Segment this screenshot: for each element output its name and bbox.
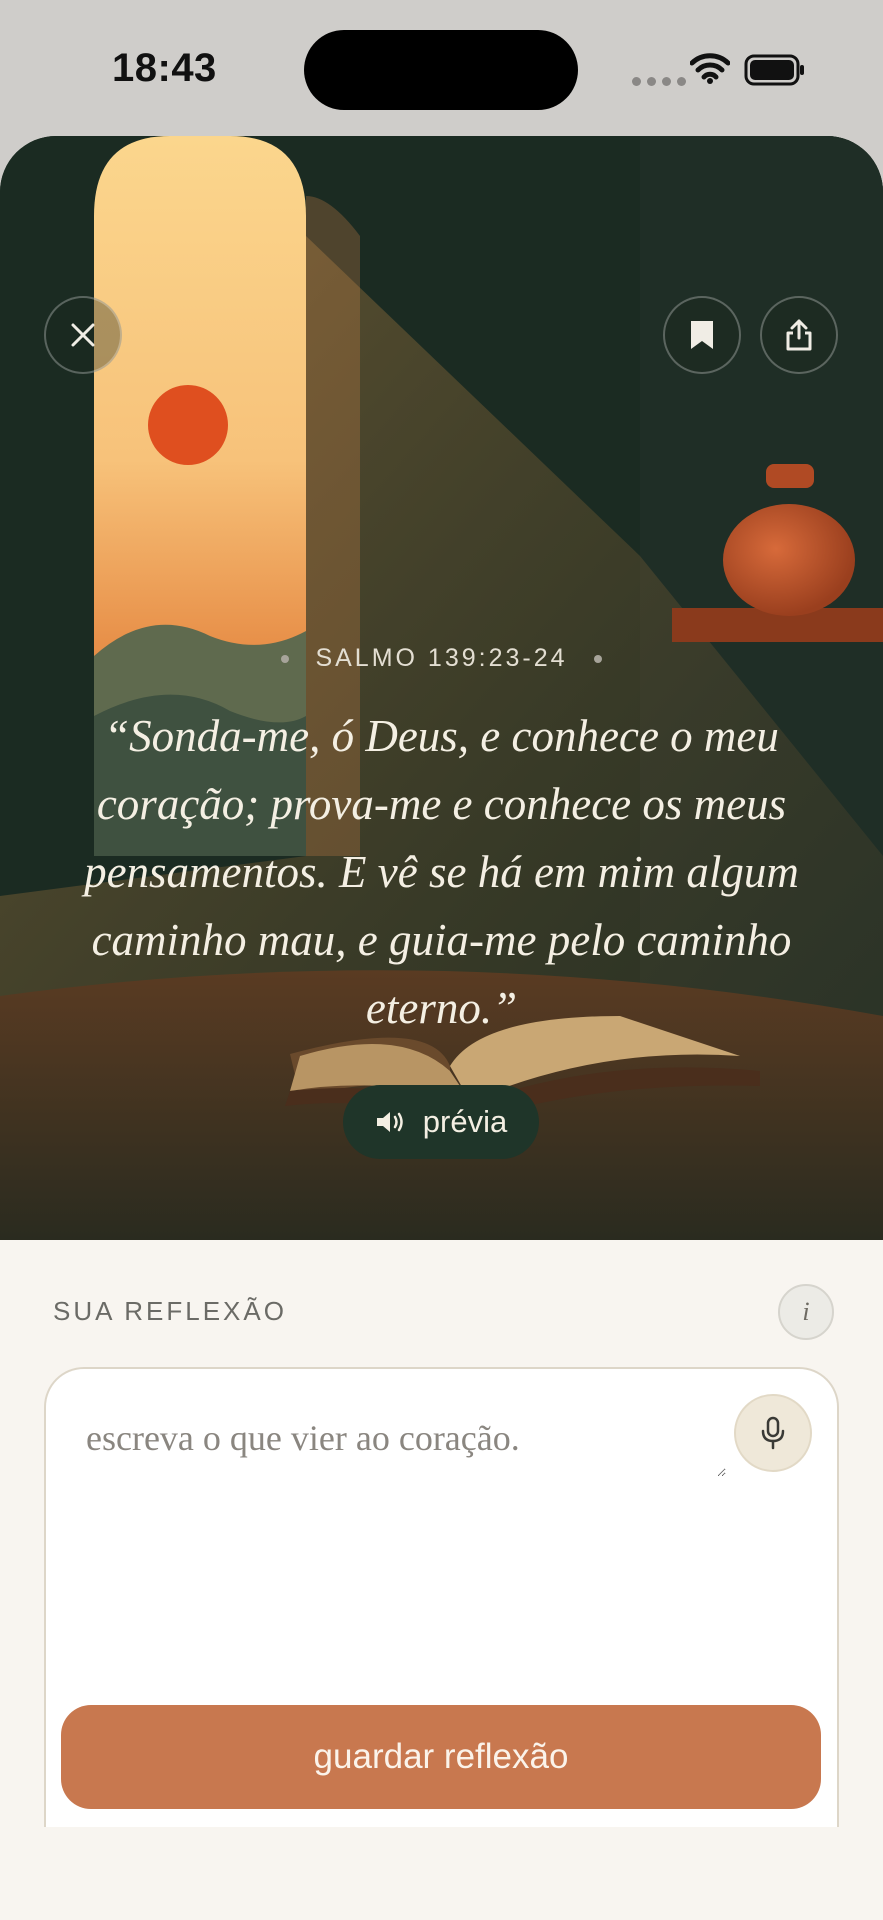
save-reflection-button[interactable]: guardar reflexão (61, 1705, 821, 1809)
info-button[interactable]: i (778, 1284, 834, 1340)
close-icon (71, 323, 95, 347)
signal-icon (632, 77, 686, 86)
reflection-input[interactable] (86, 1417, 726, 1477)
verse-reference: SALMO 139:23-24 (0, 644, 883, 673)
wifi-icon (690, 53, 730, 84)
reflection-sheet: SUA REFLEXÃO i guardar reflexão (0, 1240, 883, 1920)
bookmark-button[interactable] (663, 296, 741, 374)
status-bar: 18:43 (0, 0, 883, 136)
microphone-icon (761, 1416, 785, 1450)
speaker-icon (376, 1112, 403, 1132)
battery-icon (744, 54, 804, 86)
reflection-title: SUA REFLEXÃO (53, 1296, 287, 1326)
share-icon (786, 319, 812, 351)
bookmark-icon (691, 321, 713, 349)
audio-preview-button[interactable]: prévia (343, 1085, 539, 1159)
status-time: 18:43 (112, 46, 217, 90)
share-button[interactable] (760, 296, 838, 374)
verse-hero: SALMO 139:23-24 “Sonda-me, ó Deus, e con… (0, 136, 883, 1240)
verse-reference-text: SALMO 139:23-24 (315, 644, 568, 672)
microphone-button[interactable] (734, 1394, 812, 1472)
verse-text: “Sonda-me, ó Deus, e conhece o meu coraç… (84, 711, 799, 1033)
hero-illustration (0, 136, 883, 1240)
close-button[interactable] (44, 296, 122, 374)
info-icon: i (802, 1297, 810, 1326)
audio-preview-label: prévia (422, 1104, 508, 1139)
dynamic-island (304, 30, 578, 110)
